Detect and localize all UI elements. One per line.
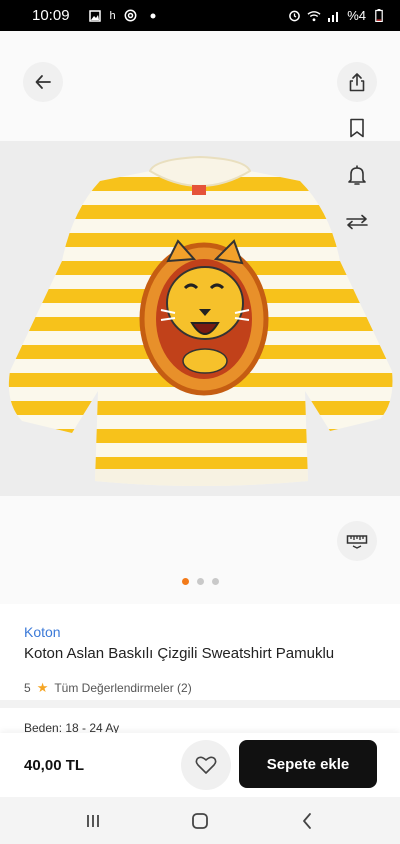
add-to-cart-button[interactable]: Sepete ekle (239, 740, 377, 788)
wifi-icon (307, 9, 321, 23)
status-left: 10:09 h (32, 7, 160, 24)
carrier-glyph: h (109, 9, 116, 22)
product-media-area[interactable] (0, 31, 400, 604)
battery-percent: %4 (347, 8, 366, 23)
buy-bar: 40,00 TL Sepete ekle (0, 733, 400, 797)
pagination-dot-active[interactable] (181, 578, 189, 585)
ruler-icon (346, 533, 368, 549)
bookmark-icon (349, 118, 365, 138)
price-alert-button[interactable] (341, 159, 373, 191)
share-icon (348, 72, 366, 92)
home-button[interactable] (185, 806, 215, 836)
status-time: 10:09 (32, 7, 70, 24)
status-bar: 10:09 h %4 (0, 0, 400, 31)
at-sign-icon (124, 9, 138, 23)
recent-apps-button[interactable] (78, 806, 108, 836)
pagination-dot[interactable] (196, 578, 204, 585)
price: 40,00 TL (24, 756, 85, 774)
brand-link[interactable]: Koton (24, 624, 376, 640)
compare-button[interactable] (341, 206, 373, 238)
back-arrow-icon (34, 73, 52, 91)
compare-arrows-icon (345, 214, 369, 230)
star-icon: ★ (36, 680, 49, 695)
system-nav-bar (0, 797, 400, 844)
bell-icon (347, 164, 367, 186)
product-detail-screen: 10:09 h %4 Koton Koton Aslan Baskılı Çiz… (0, 0, 400, 844)
pagination-dot[interactable] (211, 578, 219, 585)
back-button[interactable] (23, 62, 63, 102)
rating-value: 5 (24, 681, 31, 695)
image-icon (88, 9, 102, 23)
signal-icon (327, 9, 341, 23)
home-icon (191, 812, 209, 830)
section-divider (0, 700, 400, 708)
product-info: Koton Koton Aslan Baskılı Çizgili Sweats… (0, 606, 400, 696)
heart-icon (195, 755, 217, 775)
alarm-icon (287, 9, 301, 23)
image-pagination (0, 578, 400, 585)
size-guide-button[interactable] (337, 521, 377, 561)
favorite-button[interactable] (181, 740, 231, 790)
system-back-button[interactable] (292, 806, 322, 836)
reviews-link[interactable]: Tüm Değerlendirmeler (2) (54, 681, 191, 695)
status-right: %4 (287, 8, 386, 23)
chevron-left-icon (301, 812, 313, 830)
rating-row[interactable]: 5 ★ Tüm Değerlendirmeler (2) (24, 680, 376, 696)
product-title: Koton Aslan Baskılı Çizgili Sweatshirt P… (24, 645, 335, 662)
product-image[interactable] (0, 141, 400, 496)
battery-icon (372, 9, 386, 23)
share-button[interactable] (337, 62, 377, 102)
bookmark-button[interactable] (341, 112, 373, 144)
recent-apps-icon (85, 813, 101, 829)
dot-icon (146, 9, 160, 23)
